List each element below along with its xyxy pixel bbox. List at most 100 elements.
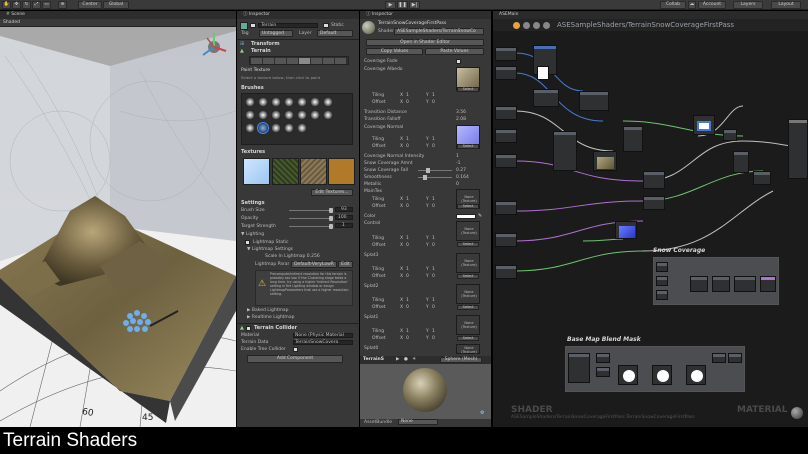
slider-thumb[interactable] — [329, 224, 333, 229]
tiling-y-value[interactable]: 1 — [432, 267, 435, 272]
snow-coverage-group[interactable] — [653, 257, 779, 305]
offset-y-value[interactable]: 0 — [432, 144, 435, 149]
paste-values-button[interactable]: Paste Values — [425, 48, 484, 55]
coverage-normal-intensity-value[interactable]: 1 — [456, 154, 459, 159]
offset-x-value[interactable]: 0 — [406, 305, 409, 310]
offset-y-value[interactable]: 0 — [432, 336, 435, 341]
tiling-x-value[interactable]: 1 — [406, 197, 409, 202]
select-button[interactable]: Select — [457, 144, 479, 149]
inspector-tab[interactable]: ⓘ Inspector — [360, 11, 491, 19]
lightmap-static-checkbox[interactable] — [245, 240, 250, 245]
brush-option[interactable] — [284, 110, 294, 120]
brush-option[interactable] — [297, 97, 307, 107]
graph-node[interactable] — [643, 171, 665, 189]
brush-option[interactable] — [323, 110, 333, 120]
splat0-slot[interactable]: None (Texture) — [456, 344, 480, 354]
collab-dropdown[interactable]: Collab — [660, 1, 686, 9]
graph-node[interactable] — [760, 276, 776, 292]
brush-option[interactable] — [271, 110, 281, 120]
offset-y-value[interactable]: 0 — [432, 305, 435, 310]
material-preview-icon[interactable] — [791, 407, 803, 419]
scene-tab[interactable]: # Scene — [0, 11, 236, 19]
tiling-x-value[interactable]: 1 — [406, 236, 409, 241]
shading-mode-dropdown[interactable]: Shaded — [3, 20, 20, 25]
place-trees-icon[interactable] — [311, 58, 322, 64]
preview-settings-icon[interactable]: ⚙ — [480, 410, 484, 416]
brush-option[interactable] — [284, 97, 294, 107]
brush-option[interactable] — [245, 123, 255, 133]
graph-node[interactable] — [693, 115, 715, 135]
brush-option-selected[interactable] — [257, 122, 269, 134]
grass-texture-thumb[interactable] — [272, 158, 299, 185]
tiling-y-value[interactable]: 1 — [432, 329, 435, 334]
offset-x-value[interactable]: 0 — [406, 204, 409, 209]
graph-node[interactable] — [734, 276, 756, 292]
graph-node[interactable] — [656, 262, 668, 272]
space-toggle[interactable]: Global — [103, 1, 129, 9]
sand-texture-thumb[interactable] — [328, 158, 355, 185]
graph-node[interactable] — [623, 126, 643, 152]
brush-option[interactable] — [323, 97, 333, 107]
scale-tool-icon[interactable]: ⤢ — [32, 1, 41, 9]
terrain-settings-icon[interactable] — [335, 58, 346, 64]
brush-option[interactable] — [271, 97, 281, 107]
copy-values-button[interactable]: Copy Values — [366, 48, 423, 55]
material-mode-label[interactable]: MATERIAL — [737, 405, 788, 415]
edit-textures-button[interactable]: Edit Textures... — [311, 189, 353, 196]
graph-node[interactable] — [568, 353, 590, 383]
graph-node[interactable] — [712, 276, 730, 292]
preview-shape-icon[interactable]: ● — [404, 357, 408, 362]
offset-y-value[interactable]: 0 — [432, 100, 435, 105]
pivot-toggle[interactable]: Center — [78, 1, 102, 9]
brush-option[interactable] — [245, 110, 255, 120]
normal-map-node[interactable] — [615, 221, 637, 239]
paint-texture-icon[interactable] — [299, 58, 310, 64]
graph-node[interactable] — [656, 276, 668, 286]
offset-x-value[interactable]: 0 — [406, 243, 409, 248]
step-icon[interactable]: ▶| — [409, 1, 420, 9]
mask-node[interactable] — [686, 365, 706, 385]
layers-dropdown[interactable]: Layers — [733, 1, 763, 9]
tag-dropdown[interactable]: Untagged — [259, 30, 293, 37]
mask-node[interactable] — [618, 365, 638, 385]
baked-lightmap-foldout[interactable]: ▶ Baked Lightmap — [247, 308, 288, 313]
collider-enabled-checkbox[interactable] — [246, 326, 251, 331]
slider-thumb[interactable] — [329, 208, 333, 213]
brush-size-slider[interactable] — [289, 210, 333, 211]
brush-option[interactable] — [245, 97, 255, 107]
metallic-value[interactable]: 0 — [456, 182, 459, 187]
mask-node[interactable] — [652, 365, 672, 385]
graph-node[interactable] — [656, 290, 668, 300]
paint-details-icon[interactable] — [323, 58, 334, 64]
graph-node[interactable] — [533, 89, 559, 107]
graph-node[interactable] — [753, 171, 771, 185]
enable-tree-checkbox[interactable] — [293, 347, 298, 352]
graph-node[interactable] — [723, 129, 737, 141]
move-tool-icon[interactable]: ✥ — [12, 1, 21, 9]
tiling-x-value[interactable]: 1 — [406, 298, 409, 303]
layer-dropdown[interactable]: Default — [317, 30, 353, 37]
tiling-x-value[interactable]: 1 — [406, 267, 409, 272]
snow-coverage-amnt-value[interactable]: -1 — [456, 161, 461, 166]
graph-node[interactable] — [690, 276, 708, 292]
offset-x-value[interactable]: 0 — [406, 144, 409, 149]
brush-option[interactable] — [310, 97, 320, 107]
output-node[interactable] — [788, 119, 808, 179]
select-button[interactable]: Select — [457, 336, 479, 341]
control-slot[interactable]: None (Texture) — [456, 221, 480, 241]
assetbundle-dropdown[interactable]: None — [398, 419, 438, 425]
offset-x-value[interactable]: 0 — [406, 274, 409, 279]
graph-node[interactable] — [596, 367, 610, 377]
target-strength-slider[interactable] — [289, 226, 333, 227]
transform-tool-icon[interactable]: ⊕ — [58, 1, 67, 9]
preview-play-icon[interactable]: ▶ — [396, 357, 399, 362]
select-button[interactable]: Select — [457, 87, 479, 92]
inspector-tab[interactable]: ⓘ Inspector — [237, 11, 359, 19]
graph-node[interactable] — [495, 47, 517, 61]
layout-dropdown[interactable]: Layout — [771, 1, 801, 9]
brush-option[interactable] — [297, 123, 307, 133]
graph-node[interactable] — [733, 151, 749, 173]
slider-thumb[interactable] — [423, 175, 427, 180]
snow-coverage-fall-value[interactable]: 0.27 — [456, 168, 466, 173]
select-button[interactable]: Select — [457, 305, 479, 310]
